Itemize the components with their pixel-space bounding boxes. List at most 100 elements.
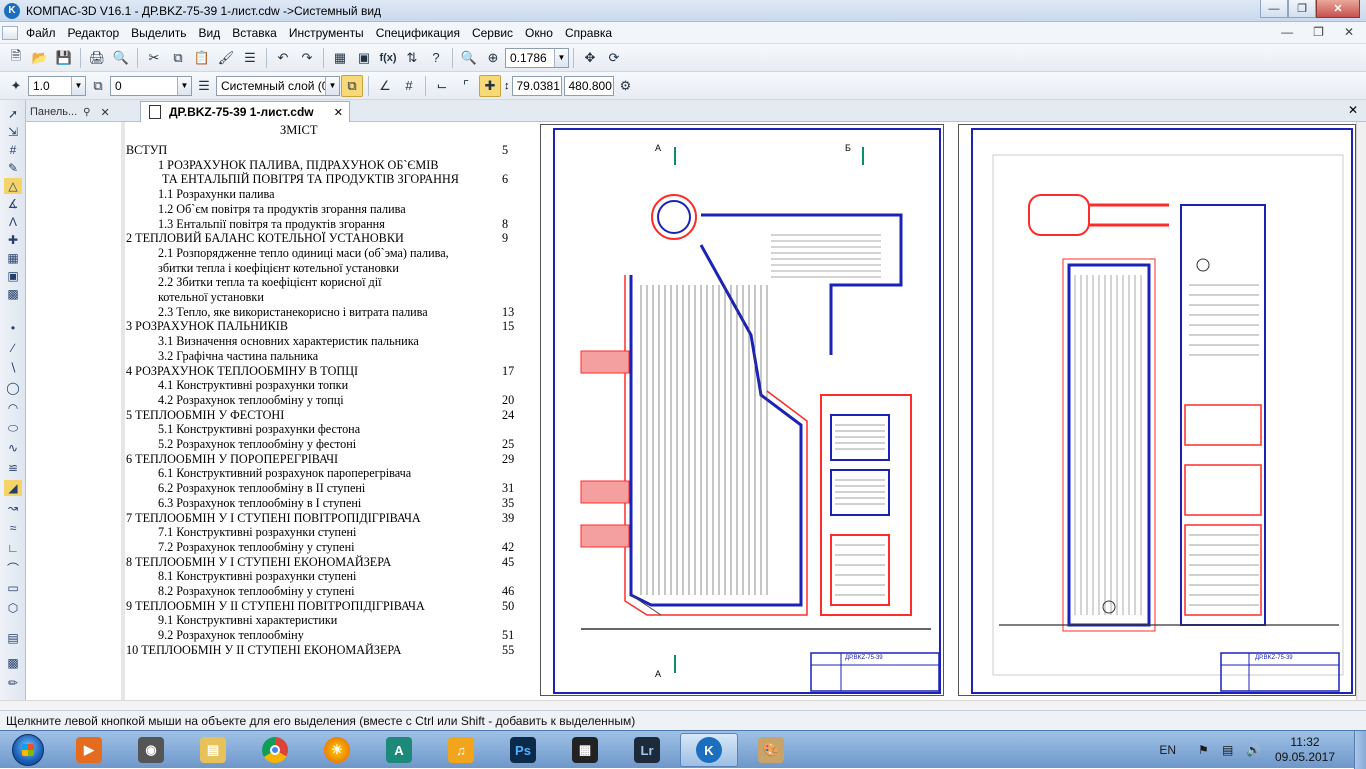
grid-icon[interactable]: # <box>398 75 420 97</box>
taskbar-lightroom[interactable]: Lr <box>618 733 676 767</box>
start-button[interactable] <box>4 732 52 768</box>
coord-x-field[interactable]: 79.0381 <box>511 75 562 96</box>
drawing-sheet-2[interactable]: ДР.BKZ-75-39 <box>958 124 1356 696</box>
rectangle-icon[interactable]: ▭ <box>4 580 22 596</box>
equidistant-icon[interactable]: ≈ <box>4 520 22 536</box>
paste-icon[interactable]: 📋 <box>191 47 213 69</box>
taskbar-photoshop[interactable]: Ps <box>494 733 552 767</box>
view-icon[interactable]: ⧉ <box>87 75 109 97</box>
volume-icon[interactable]: 🔊 <box>1246 743 1262 757</box>
redo-icon[interactable]: ↷ <box>296 47 318 69</box>
format-painter-icon[interactable]: 🖌 <box>215 47 237 69</box>
close-icon[interactable]: ✕ <box>1348 103 1358 117</box>
polygon-icon[interactable]: ⬡ <box>4 600 22 616</box>
taskbar-file-explorer[interactable]: ▤ <box>184 733 242 767</box>
library-icon[interactable]: ▣ <box>353 47 375 69</box>
ortho-icon[interactable]: ∠ <box>374 75 396 97</box>
snap-point-icon[interactable]: ✦ <box>5 75 27 97</box>
menu-editor[interactable]: Редактор <box>62 26 126 40</box>
menu-view[interactable]: Вид <box>193 26 227 40</box>
edit-icon[interactable]: ✎ <box>4 160 22 176</box>
close-icon[interactable]: ✕ <box>334 106 343 119</box>
collect-contour-icon[interactable]: ▩ <box>4 655 22 671</box>
taskbar-video-editor[interactable]: ▦ <box>556 733 614 767</box>
vertical-scrollbar[interactable] <box>1356 122 1366 700</box>
context-help-icon[interactable]: ? <box>425 47 447 69</box>
zoom-in-icon[interactable]: ⊕ <box>482 47 504 69</box>
layer-name-combo[interactable]: Системный слой (0) ▼ <box>216 75 340 96</box>
point-icon[interactable]: • <box>4 320 22 336</box>
circle-icon[interactable]: ◯ <box>4 380 22 396</box>
chamfer-icon[interactable]: ∟ <box>4 540 22 556</box>
segment-icon[interactable]: ∖ <box>4 360 22 376</box>
document-tab[interactable]: ДР.BKZ-75-39 1-лист.cdw ✕ <box>140 101 350 122</box>
measure-tool-icon[interactable]: ∡ <box>4 196 22 212</box>
taskbar-firefox[interactable]: ☀ <box>308 733 366 767</box>
local-cs-icon[interactable]: ⌙ <box>431 75 453 97</box>
taskbar-kompas[interactable]: K <box>680 733 738 767</box>
snaps-icon[interactable]: ✚ <box>479 74 501 97</box>
doc-close-button[interactable]: ✕ <box>1338 25 1360 39</box>
pan-icon[interactable]: ✥ <box>579 47 601 69</box>
properties-icon[interactable]: ☰ <box>239 47 261 69</box>
zoom-combo[interactable]: 0.1786 ▼ <box>505 47 569 68</box>
network-icon[interactable]: ▤ <box>1222 743 1238 757</box>
snap-magnet-icon[interactable]: ⧉ <box>341 74 363 97</box>
fill-icon[interactable]: ▤ <box>4 630 22 646</box>
taskbar-chrome[interactable] <box>246 733 304 767</box>
menu-service[interactable]: Сервис <box>466 26 519 40</box>
parametrization-icon[interactable]: △ <box>4 178 22 194</box>
layer-number-combo[interactable]: 0 ▼ <box>110 75 192 96</box>
taskbar-camera-app[interactable]: ◉ <box>122 733 180 767</box>
drawing-sheet-1[interactable]: А А Б ДР.BKZ-75-39 <box>540 124 944 696</box>
action-center-icon[interactable]: ⚑ <box>1198 743 1214 757</box>
arc-icon[interactable]: ◠ <box>4 400 22 416</box>
menu-help[interactable]: Справка <box>559 26 618 40</box>
clock[interactable]: 11:32 09.05.2017 <box>1270 735 1340 765</box>
document-menu-icon[interactable] <box>2 25 18 40</box>
manager-icon[interactable]: ▦ <box>329 47 351 69</box>
spec-tool-icon[interactable]: ✚ <box>4 232 22 248</box>
print-icon[interactable]: 🖨 <box>86 47 108 69</box>
taskbar-autocad[interactable]: A <box>370 733 428 767</box>
doc-minimize-button[interactable]: — <box>1275 25 1299 39</box>
refresh-icon[interactable]: ⟳ <box>603 47 625 69</box>
taskbar-audio-editor[interactable]: ♫ <box>432 733 490 767</box>
show-desktop-button[interactable] <box>1354 731 1366 769</box>
menu-file[interactable]: Файл <box>20 26 62 40</box>
line-scale-combo[interactable]: 1.0 ▼ <box>28 75 86 96</box>
cut-icon[interactable]: ✂ <box>143 47 165 69</box>
view-manager-icon[interactable]: ▩ <box>4 286 22 302</box>
variables-icon[interactable]: f(x) <box>377 47 399 69</box>
print-preview-icon[interactable]: 🔍 <box>110 47 132 69</box>
reports-icon[interactable]: ▦ <box>4 250 22 266</box>
taskbar-media-player[interactable]: ▶ <box>60 733 118 767</box>
menu-insert[interactable]: Вставка <box>226 26 283 40</box>
doc-restore-button[interactable]: ❐ <box>1307 25 1330 39</box>
brush-icon[interactable]: ✏ <box>4 675 22 691</box>
dimensions-icon[interactable]: ⇲ <box>4 124 22 140</box>
aux-line-icon[interactable]: ∕ <box>4 340 22 356</box>
insert-fragment-icon[interactable]: ▣ <box>4 268 22 284</box>
undo-icon[interactable]: ↶ <box>272 47 294 69</box>
open-folder-icon[interactable]: 📂 <box>29 47 51 69</box>
ellipse-icon[interactable]: ⬭ <box>4 420 22 436</box>
zoom-window-icon[interactable]: 🔍 <box>458 47 480 69</box>
ortho-mode-icon[interactable]: ⌜ <box>455 75 477 97</box>
geometry-icon[interactable]: ➚ <box>4 106 22 122</box>
fillet-icon[interactable]: ⌒ <box>4 560 22 576</box>
spline-icon[interactable]: ∿ <box>4 440 22 456</box>
horizontal-scrollbar[interactable] <box>0 700 1366 710</box>
menu-specification[interactable]: Спецификация <box>370 26 466 40</box>
minimize-button[interactable]: — <box>1260 0 1288 18</box>
close-window-button[interactable]: ✕ <box>1316 0 1360 18</box>
contour-icon[interactable]: ↝ <box>4 500 22 516</box>
restore-button[interactable]: ❐ <box>1288 0 1316 18</box>
menu-tools[interactable]: Инструменты <box>283 26 370 40</box>
select-tool-icon[interactable]: Λ <box>4 214 22 230</box>
layers-icon[interactable]: ☰ <box>193 75 215 97</box>
parameters-icon[interactable]: ⚙ <box>615 75 637 97</box>
drawing-canvas[interactable]: ЗМІСТ ВСТУП 5 1 РОЗРАХУНОК ПАЛИВА, ПІДРАХУ… <box>26 122 1366 700</box>
polyline-icon[interactable]: ≌ <box>4 460 22 476</box>
symbols-icon[interactable]: # <box>4 142 22 158</box>
